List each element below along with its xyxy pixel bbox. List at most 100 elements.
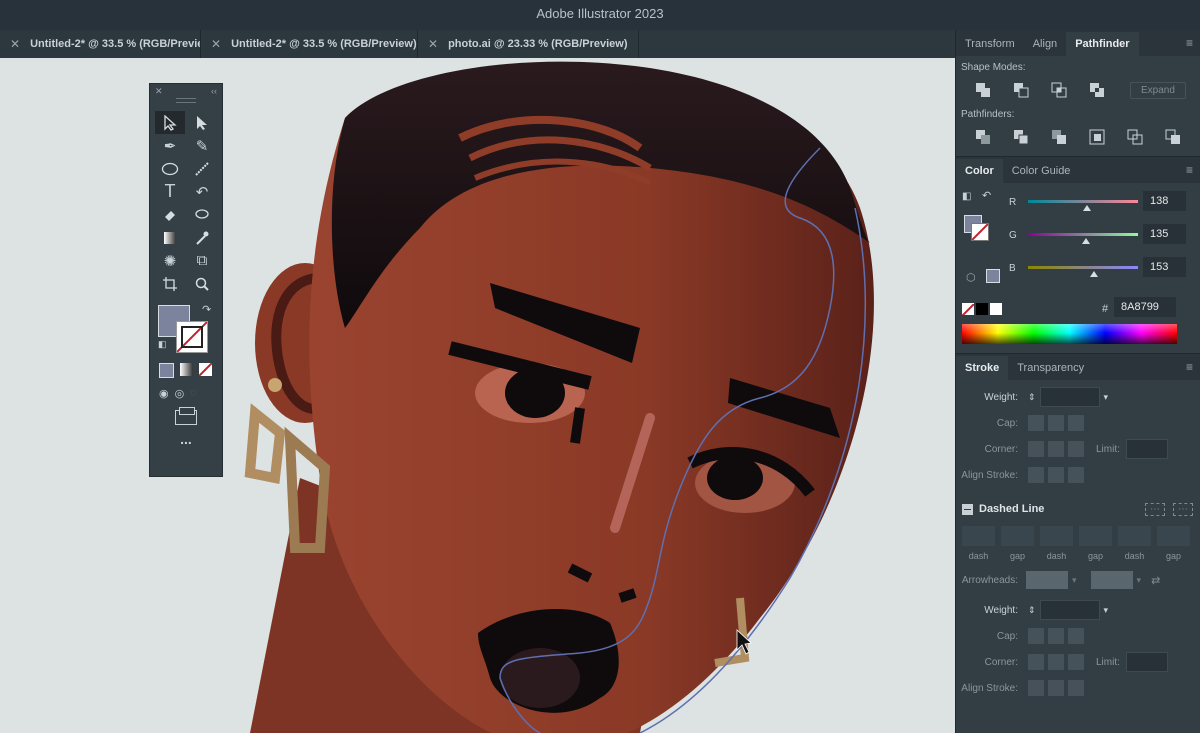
align-outside-icon[interactable] — [1068, 680, 1084, 696]
panel-menu-icon[interactable]: ≡ — [1186, 360, 1193, 374]
tab-pathfinder[interactable]: Pathfinder — [1066, 32, 1139, 56]
stepper-icon[interactable]: ⇕ — [1028, 605, 1036, 616]
panel-grip[interactable] — [176, 98, 196, 103]
divide-icon[interactable] — [964, 128, 1002, 146]
ellipse-tool-icon[interactable] — [155, 157, 185, 180]
draw-inside-icon[interactable]: ◌ — [190, 387, 197, 400]
round-cap-icon[interactable] — [1048, 628, 1064, 644]
eraser-tool-icon[interactable] — [155, 203, 185, 226]
g-slider[interactable] — [1028, 233, 1138, 236]
none-swatch[interactable] — [962, 303, 974, 315]
limit-input[interactable] — [1125, 439, 1168, 459]
direct-selection-tool-icon[interactable] — [187, 111, 217, 134]
tools-panel[interactable]: ✕ ‹‹ ✒ ✎ T ↶ ✺ ⧉ ↷ ◧ ◉ ◎ ◌ ... — [149, 83, 223, 477]
minus-back-icon[interactable] — [1154, 128, 1192, 146]
b-slider[interactable] — [1028, 266, 1138, 269]
bevel-join-icon[interactable] — [1068, 654, 1084, 670]
swap-arrows-icon[interactable]: ⇄ — [1151, 574, 1160, 587]
chevron-down-icon[interactable]: ▾ — [1104, 605, 1109, 616]
b-slider-thumb[interactable] — [1090, 271, 1098, 277]
arrowhead-end-select[interactable] — [1090, 571, 1133, 589]
close-icon[interactable]: ✕ — [10, 37, 20, 51]
tab-untitled-2-b[interactable]: ✕ Untitled-2* @ 33.5 % (RGB/Preview) — [201, 30, 418, 58]
tab-transform[interactable]: Transform — [956, 32, 1024, 56]
selection-tool-icon[interactable] — [155, 111, 185, 134]
intersect-icon[interactable] — [1040, 81, 1078, 99]
trim-icon[interactable] — [1002, 128, 1040, 146]
fill-stroke-widget[interactable]: ↷ ◧ — [150, 299, 222, 357]
dash-input-3[interactable] — [1118, 526, 1151, 546]
hex-field[interactable]: 8A8799 — [1114, 297, 1176, 317]
chevron-down-icon[interactable]: ▾ — [1072, 575, 1077, 586]
tab-photo-ai[interactable]: ✕ photo.ai @ 23.33 % (RGB/Preview) — [418, 30, 639, 58]
align-dash-icon[interactable]: ⋯ — [1173, 502, 1193, 516]
merge-icon[interactable] — [1040, 128, 1078, 146]
gradient-tool-icon[interactable] — [155, 226, 185, 249]
panel-menu-icon[interactable]: ≡ — [1186, 163, 1193, 177]
tab-align[interactable]: Align — [1024, 32, 1066, 56]
projecting-cap-icon[interactable] — [1068, 628, 1084, 644]
tab-transparency[interactable]: Transparency — [1008, 356, 1093, 380]
b-value-field[interactable]: 153 — [1143, 257, 1186, 277]
shape-builder-tool-icon[interactable]: ⧉ — [187, 249, 217, 272]
unite-icon[interactable] — [964, 81, 1002, 99]
r-slider-thumb[interactable] — [1083, 205, 1092, 211]
swap-icon[interactable]: ↷ — [202, 303, 211, 316]
weight-input-2[interactable] — [1039, 600, 1100, 620]
miter-join-icon[interactable] — [1028, 441, 1044, 457]
exclude-icon[interactable] — [1078, 81, 1116, 99]
dashed-line-checkbox[interactable] — [962, 503, 973, 515]
none-mode-icon[interactable] — [199, 363, 212, 376]
outline-icon[interactable] — [1116, 128, 1154, 146]
arrowhead-start-select[interactable] — [1026, 571, 1068, 589]
g-value-field[interactable]: 135 — [1143, 224, 1186, 244]
round-join-icon[interactable] — [1048, 441, 1064, 457]
align-inside-icon[interactable] — [1048, 680, 1064, 696]
minus-front-icon[interactable] — [1002, 81, 1040, 99]
close-icon[interactable]: ✕ — [155, 86, 163, 96]
panel-menu-icon[interactable]: ≡ — [1186, 36, 1193, 50]
weight-input[interactable] — [1039, 387, 1100, 407]
collapse-icon[interactable]: ‹‹ — [211, 86, 217, 96]
align-center-icon[interactable] — [1028, 467, 1044, 483]
tab-color-guide[interactable]: Color Guide — [1003, 159, 1080, 183]
artboard-tool-icon[interactable] — [155, 272, 185, 295]
r-value-field[interactable]: 138 — [1143, 191, 1186, 211]
draw-behind-icon[interactable]: ◎ — [175, 387, 185, 400]
dash-input-2[interactable] — [1040, 526, 1073, 546]
chevron-down-icon[interactable]: ▾ — [1137, 575, 1142, 586]
edit-toolbar-icon[interactable]: ... — [150, 431, 222, 447]
default-colors-icon[interactable]: ◧ — [158, 339, 167, 350]
align-center-icon[interactable] — [1028, 680, 1044, 696]
draw-normal-icon[interactable]: ◉ — [159, 387, 169, 400]
screen-mode-icon[interactable] — [175, 407, 197, 425]
stepper-icon[interactable]: ⇕ — [1028, 392, 1036, 403]
close-icon[interactable]: ✕ — [428, 37, 438, 51]
r-slider[interactable] — [1028, 200, 1138, 203]
eyedropper-tool-icon[interactable] — [187, 226, 217, 249]
g-slider-thumb[interactable] — [1082, 238, 1091, 244]
rotate-tool-icon[interactable]: ↶ — [187, 180, 217, 203]
paintbrush-tool-icon[interactable] — [187, 157, 217, 180]
artboard-canvas[interactable] — [0, 58, 955, 733]
close-icon[interactable]: ✕ — [211, 37, 221, 51]
tab-untitled-2-a[interactable]: ✕ Untitled-2* @ 33.5 % (RGB/Previe — [0, 30, 201, 58]
crop-icon[interactable] — [1078, 128, 1116, 146]
tab-color[interactable]: Color — [956, 159, 1003, 183]
chevron-down-icon[interactable]: ▾ — [1104, 392, 1109, 403]
miter-join-icon[interactable] — [1028, 654, 1044, 670]
gap-input-3[interactable] — [1157, 526, 1190, 546]
white-swatch[interactable] — [990, 303, 1002, 315]
type-tool-icon[interactable]: T — [155, 180, 185, 203]
tab-stroke[interactable]: Stroke — [956, 356, 1009, 380]
bevel-join-icon[interactable] — [1068, 441, 1084, 457]
limit-input-2[interactable] — [1125, 652, 1168, 672]
preserve-dash-icon[interactable]: ⋯ — [1145, 502, 1165, 516]
gradient-mode-icon[interactable] — [180, 363, 193, 376]
round-join-icon[interactable] — [1048, 654, 1064, 670]
puppet-warp-tool-icon[interactable]: ✺ — [155, 249, 185, 272]
align-inside-icon[interactable] — [1048, 467, 1064, 483]
round-cap-icon[interactable] — [1048, 415, 1064, 431]
dash-input-1[interactable] — [962, 526, 995, 546]
stroke-swatch[interactable] — [176, 321, 208, 353]
